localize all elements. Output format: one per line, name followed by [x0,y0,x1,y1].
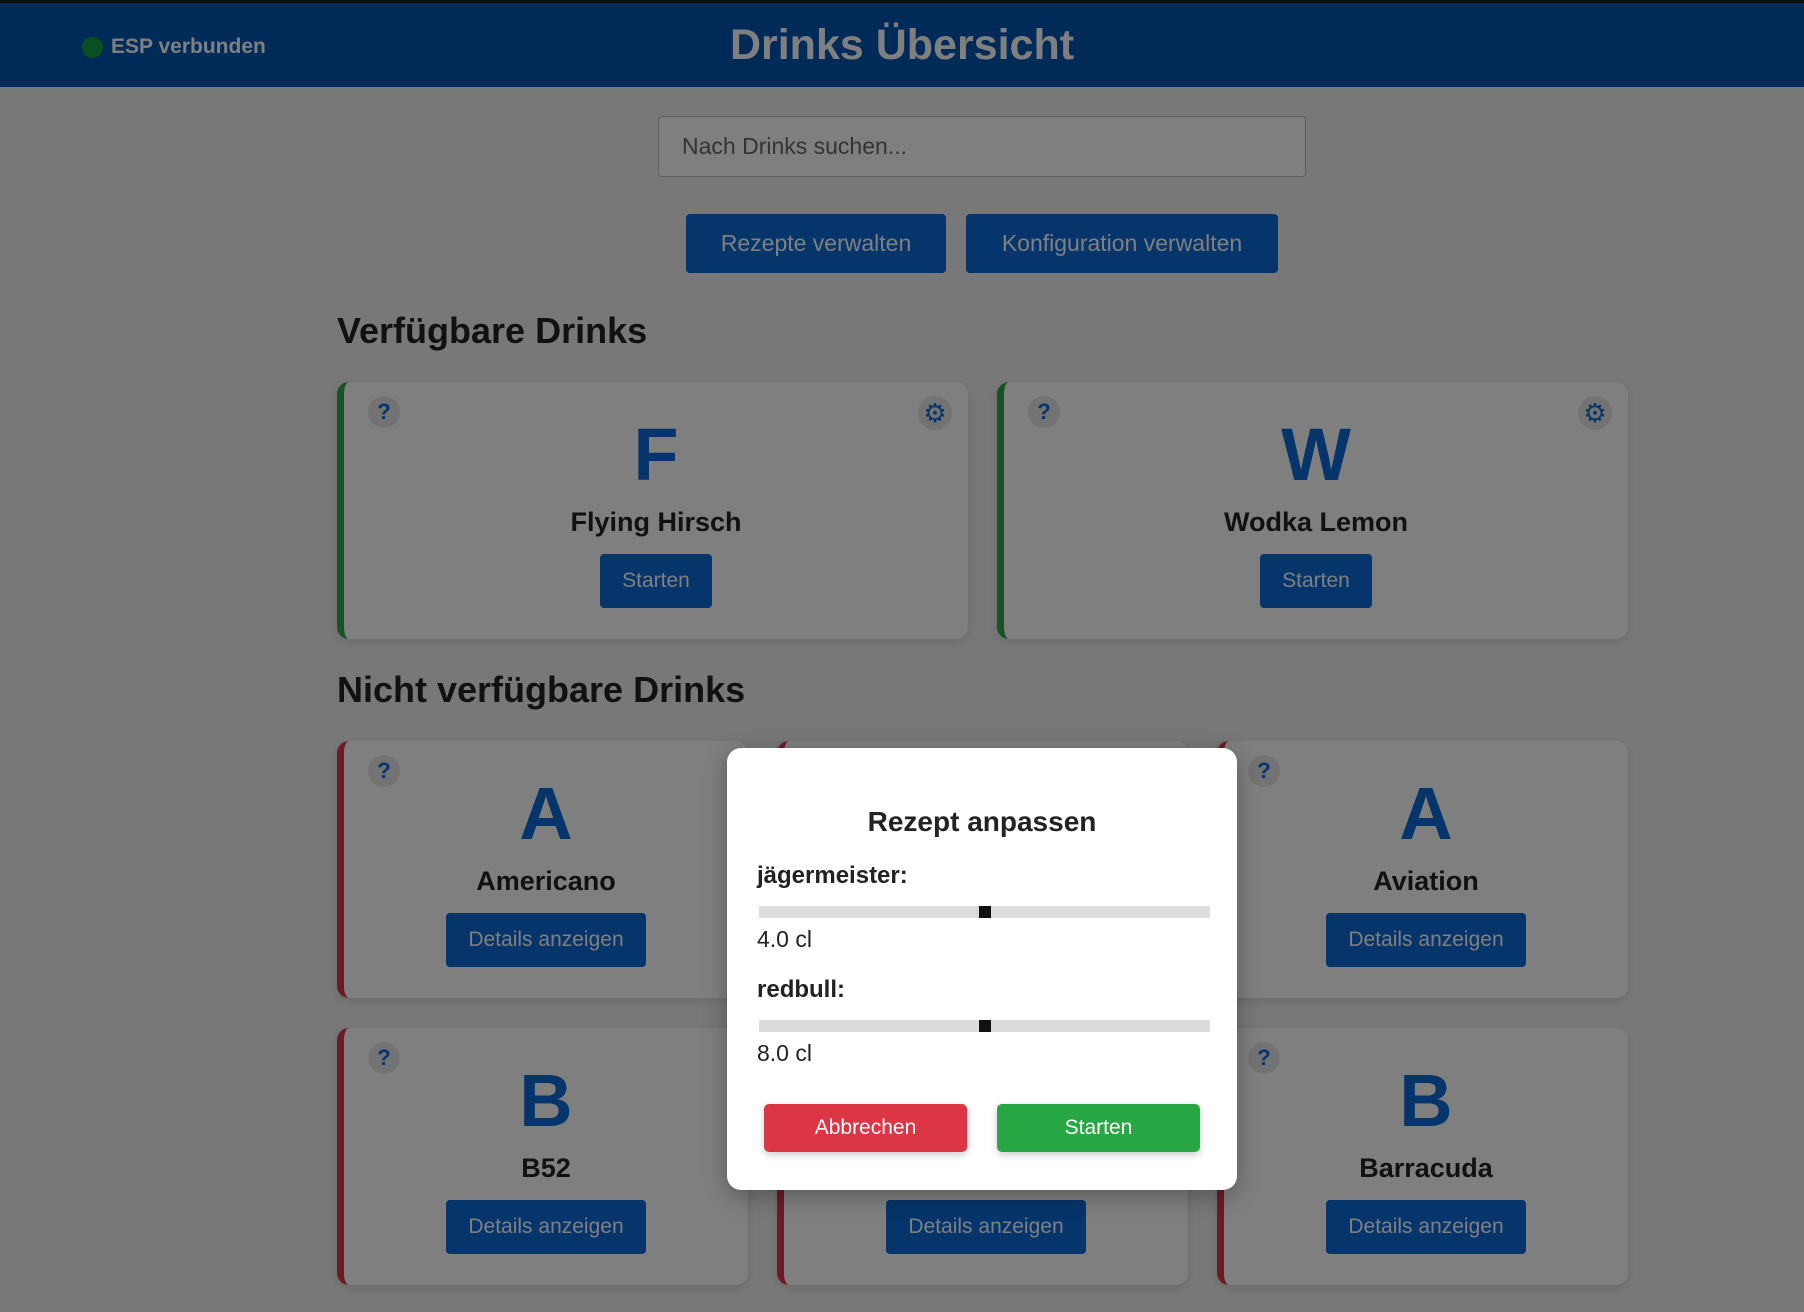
dialog-title: Rezept anpassen [867,806,1097,837]
ingredient-value: 8.0 cl [757,1040,812,1066]
cancel-button[interactable]: Abbrechen [764,1104,967,1152]
ingredient-label: redbull: [757,976,845,1003]
ingredient-slider[interactable] [759,1020,1210,1032]
slider-thumb[interactable] [978,906,991,918]
start-button[interactable]: Starten [997,1104,1200,1152]
slider-thumb[interactable] [978,1020,991,1032]
ingredient-slider[interactable] [759,906,1210,918]
ingredient-label: jägermeister: [757,862,908,889]
ingredient-value: 4.0 cl [757,926,812,952]
recipe-adjust-dialog: Rezept anpassen jägermeister: 4.0 cl red… [727,748,1237,1190]
